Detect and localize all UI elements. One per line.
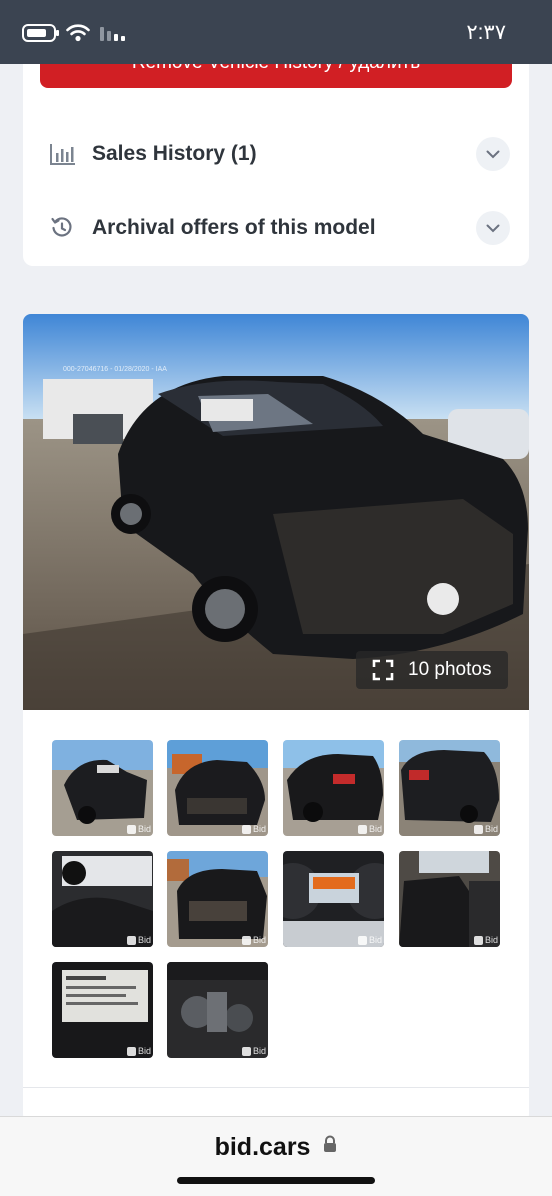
archival-offers-expand-button[interactable] — [476, 211, 510, 245]
watermark: Bid — [473, 935, 498, 945]
watermark: Bid — [126, 935, 151, 945]
watermark: Bid — [126, 1046, 151, 1056]
watermark: Bid — [241, 1046, 266, 1056]
url-text[interactable]: bid.cars — [215, 1133, 311, 1161]
page-content: Remove Vehicle History / удалить Sales H… — [0, 0, 552, 1196]
chevron-down-icon — [486, 224, 500, 232]
fullscreen-icon — [372, 659, 394, 681]
watermark: Bid — [126, 824, 151, 834]
watermark: Bid — [473, 824, 498, 834]
chevron-down-icon — [486, 150, 500, 158]
cellular-signal-icon — [100, 25, 125, 41]
thumbnail-photo[interactable]: Bid — [167, 851, 268, 947]
lock-icon — [323, 1131, 337, 1160]
thumbnail-photo[interactable]: Bid — [167, 740, 268, 836]
watermark: Bid — [241, 935, 266, 945]
vehicle-info-card: Remove Vehicle History / удалить Sales H… — [23, 40, 529, 266]
wifi-icon — [66, 24, 90, 42]
bar-chart-icon — [50, 142, 78, 166]
photo-gallery-card: 000-27046716 - 01/28/2020 - IAA 10 photo… — [23, 314, 529, 1124]
thumbnail-photo[interactable]: Bid — [399, 740, 500, 836]
section-divider — [23, 1087, 529, 1088]
thumbnail-photo[interactable]: Bid — [52, 962, 153, 1058]
sales-history-row[interactable]: Sales History (1) — [50, 136, 510, 172]
battery-icon — [22, 24, 59, 42]
thumbnail-photo[interactable]: Bid — [52, 740, 153, 836]
watermark: Bid — [357, 824, 382, 834]
sales-history-expand-button[interactable] — [476, 137, 510, 171]
thumbnail-photo[interactable]: Bid — [52, 851, 153, 947]
status-time: ٢:٣٧ — [466, 21, 506, 44]
home-indicator — [177, 1177, 375, 1184]
thumbnail-photo[interactable]: Bid — [283, 740, 384, 836]
photo-overlay-text: 000-27046716 - 01/28/2020 - IAA — [63, 366, 167, 373]
watermark: Bid — [357, 935, 382, 945]
thumbnail-photo[interactable]: Bid — [399, 851, 500, 947]
thumbnail-photo[interactable]: Bid — [167, 962, 268, 1058]
archival-offers-label: Archival offers of this model — [92, 216, 376, 239]
watermark: Bid — [241, 824, 266, 834]
history-icon — [50, 216, 78, 240]
main-vehicle-photo[interactable]: 000-27046716 - 01/28/2020 - IAA 10 photo… — [23, 314, 529, 710]
sales-history-label: Sales History (1) — [92, 142, 257, 165]
status-bar: ٢:٣٧ — [0, 0, 552, 64]
browser-address-bar[interactable]: bid.cars — [0, 1116, 552, 1196]
archival-offers-row[interactable]: Archival offers of this model — [50, 210, 510, 246]
photos-count-button[interactable]: 10 photos — [356, 651, 508, 689]
photos-count-label: 10 photos — [408, 659, 492, 680]
thumbnail-photo[interactable]: Bid — [283, 851, 384, 947]
